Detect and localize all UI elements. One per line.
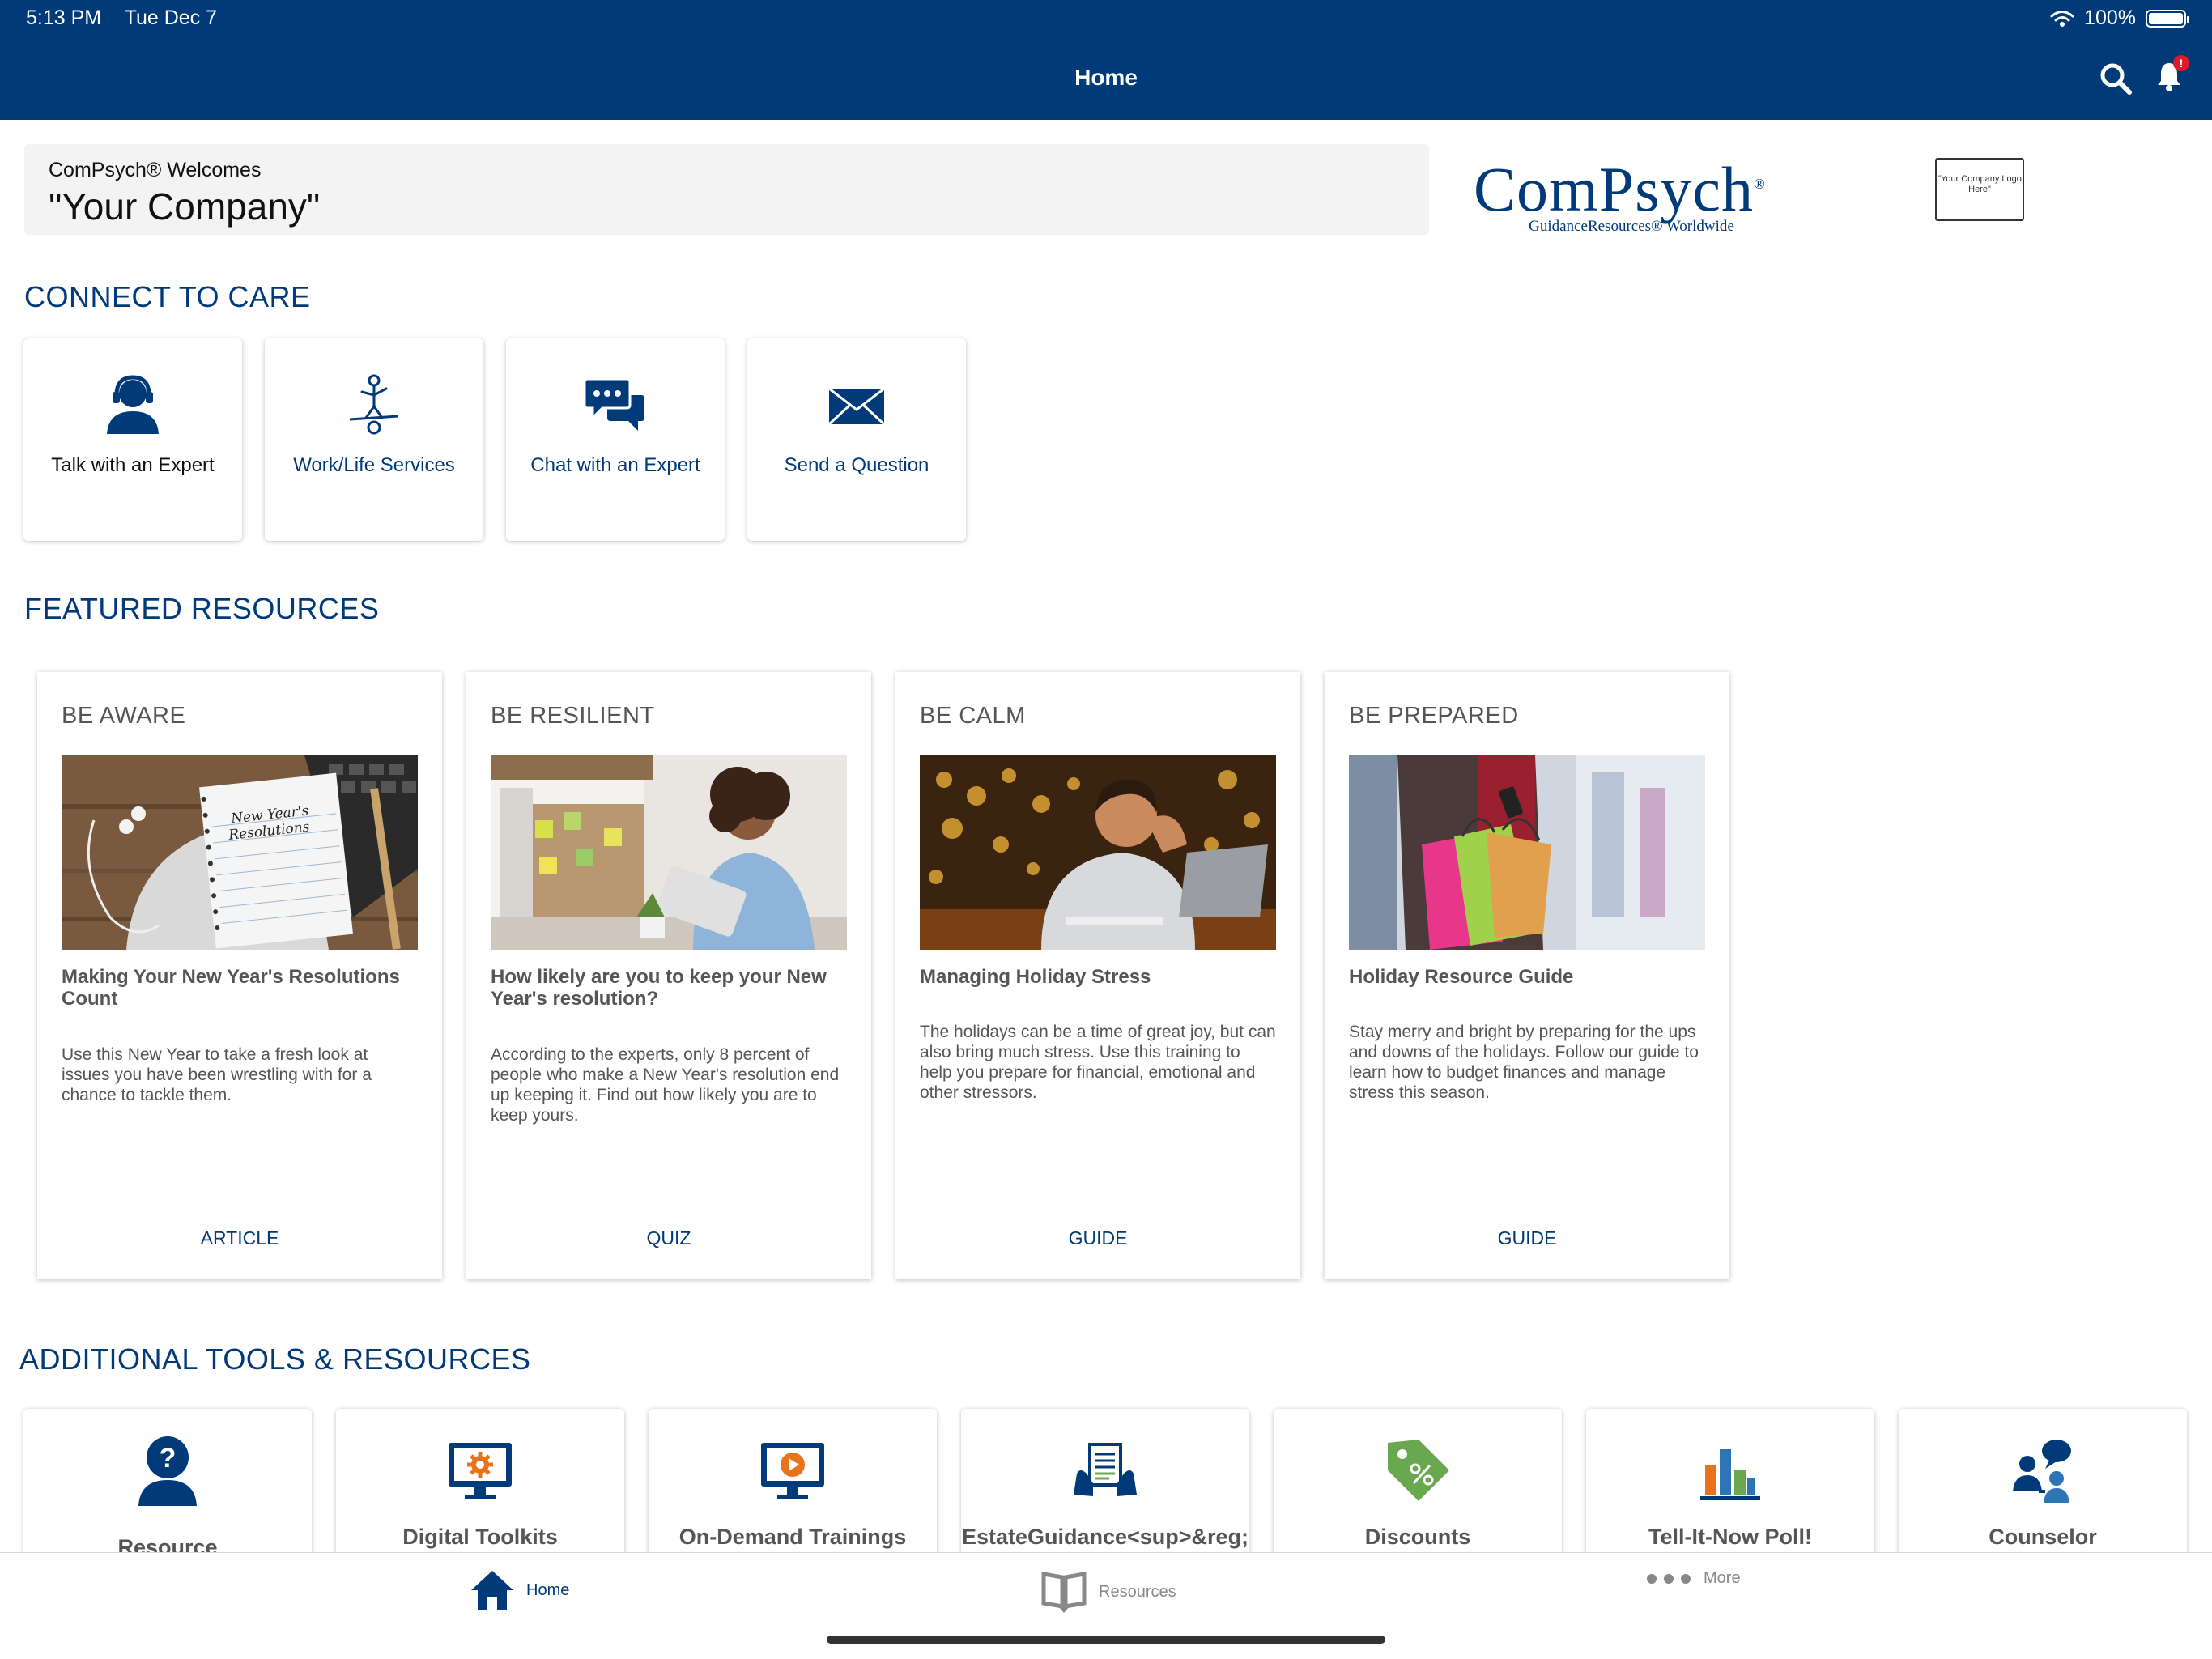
featured-card-be-resilient[interactable]: BE RESILIENT How likely are you to keep … bbox=[466, 672, 871, 1279]
price-tag-icon bbox=[1388, 1440, 1449, 1501]
card-type-link[interactable]: GUIDE bbox=[1325, 1227, 1729, 1249]
tab-more[interactable]: More bbox=[1645, 1569, 1741, 1588]
card-title: How likely are you to keep your New Year… bbox=[491, 966, 827, 1010]
nav-actions: ! bbox=[2099, 55, 2189, 96]
status-time: 5:13 PM bbox=[26, 6, 102, 29]
care-label: Chat with an Expert bbox=[530, 454, 700, 476]
company-name: "Your Company" bbox=[49, 185, 321, 228]
more-dots-icon bbox=[1647, 1573, 1691, 1584]
client-logo-placeholder: "Your Company Logo Here" bbox=[1935, 158, 2024, 221]
additional-tools-heading: ADDITIONAL TOOLS & RESOURCES bbox=[19, 1342, 531, 1376]
battery-percent: 100% bbox=[2084, 6, 2136, 29]
headset-person-icon bbox=[107, 375, 159, 434]
featured-card-be-calm[interactable]: BE CALM Managing Holiday Stress The holi… bbox=[895, 672, 1300, 1279]
document-hands-icon bbox=[1074, 1443, 1137, 1496]
question-person-icon: ? bbox=[138, 1436, 197, 1506]
battery-icon bbox=[2146, 9, 2189, 28]
balance-figure-icon bbox=[349, 374, 399, 435]
woman-reading-tablet-image bbox=[491, 755, 847, 950]
chat-with-expert-card[interactable]: Chat with an Expert bbox=[506, 338, 725, 541]
work-life-services-card[interactable]: Work/Life Services bbox=[265, 338, 483, 541]
logo-registered-mark: ® bbox=[1754, 176, 1766, 192]
tab-home-label: Home bbox=[526, 1580, 570, 1599]
care-label: Talk with an Expert bbox=[51, 454, 215, 476]
featured-card-be-aware[interactable]: BE AWARE New Year's Resolutions Making Y… bbox=[37, 672, 442, 1279]
tool-label: Tell-It-Now Poll! bbox=[1648, 1525, 1812, 1549]
care-label: Send a Question bbox=[784, 454, 929, 476]
card-description: Use this New Year to take a fresh look a… bbox=[62, 1045, 372, 1104]
card-description: According to the experts, only 8 percent… bbox=[491, 1045, 840, 1125]
card-description: The holidays can be a time of great joy,… bbox=[920, 1023, 1276, 1102]
counselor-people-icon bbox=[2013, 1440, 2071, 1503]
chat-bubbles-icon bbox=[583, 377, 644, 431]
tool-label: Discounts bbox=[1364, 1525, 1471, 1549]
tool-label: On-Demand Trainings bbox=[678, 1525, 907, 1549]
featured-resources-heading: FEATURED RESOURCES bbox=[24, 592, 380, 625]
connect-to-care-heading: CONNECT TO CARE bbox=[24, 280, 311, 313]
logo-wordmark: ComPsych bbox=[1474, 154, 1755, 224]
tab-more-label: More bbox=[1704, 1569, 1741, 1587]
card-category: BE CALM bbox=[920, 703, 1026, 729]
tab-resources[interactable]: Resources bbox=[1040, 1569, 1176, 1614]
card-category: BE AWARE bbox=[62, 703, 186, 729]
envelope-icon bbox=[827, 387, 886, 426]
send-question-card[interactable]: Send a Question bbox=[747, 338, 966, 541]
tool-label: Counselor bbox=[1989, 1525, 2097, 1549]
card-title: Holiday Resource Guide bbox=[1349, 966, 1574, 988]
monitor-play-icon bbox=[761, 1443, 824, 1499]
card-type-link[interactable]: GUIDE bbox=[895, 1227, 1300, 1249]
home-indicator[interactable] bbox=[827, 1636, 1385, 1644]
svg-text:?: ? bbox=[160, 1443, 177, 1474]
card-category: BE PREPARED bbox=[1349, 703, 1519, 729]
logo-subtitle: GuidanceResources® Worldwide bbox=[1529, 218, 1734, 235]
card-description: Stay merry and bright by preparing for t… bbox=[1349, 1023, 1699, 1102]
notifications-button[interactable]: ! bbox=[2155, 55, 2189, 96]
notification-badge: ! bbox=[2173, 55, 2189, 71]
top-navigation-bar: 5:13 PM Tue Dec 7 100% Home ! bbox=[0, 0, 2212, 120]
card-type-link[interactable]: ARTICLE bbox=[37, 1227, 442, 1249]
status-date: Tue Dec 7 bbox=[124, 6, 218, 29]
welcome-text: ComPsych® Welcomes bbox=[49, 159, 262, 181]
card-type-link[interactable]: QUIZ bbox=[466, 1227, 871, 1249]
bar-chart-icon bbox=[1700, 1449, 1760, 1500]
status-bar-right: 100% bbox=[2050, 6, 2189, 30]
welcome-banner: ComPsych® Welcomes "Your Company" bbox=[24, 144, 1429, 235]
wifi-icon bbox=[2050, 10, 2074, 27]
tool-label: EstateGuidance<sup>&reg; bbox=[961, 1525, 1249, 1549]
tool-label: Digital Toolkits bbox=[402, 1525, 558, 1549]
stressed-man-laptop-image bbox=[920, 755, 1276, 950]
card-category: BE RESILIENT bbox=[491, 703, 655, 729]
book-icon bbox=[1041, 1572, 1087, 1613]
home-icon bbox=[471, 1571, 513, 1610]
page-title: Home bbox=[1074, 65, 1138, 90]
monitor-gear-icon bbox=[449, 1443, 512, 1499]
care-label: Work/Life Services bbox=[293, 454, 455, 476]
search-icon[interactable] bbox=[2099, 62, 2133, 96]
card-title: Making Your New Year's Resolutions Count bbox=[62, 966, 400, 1010]
featured-card-be-prepared[interactable]: BE PREPARED Holiday Resource Guide Stay … bbox=[1325, 672, 1729, 1279]
resolutions-notebook-image: New Year's Resolutions bbox=[62, 755, 418, 950]
status-bar-left: 5:13 PM Tue Dec 7 bbox=[26, 6, 235, 30]
holiday-shopping-bags-image bbox=[1349, 755, 1705, 950]
tab-home[interactable]: Home bbox=[470, 1569, 569, 1611]
tab-resources-label: Resources bbox=[1099, 1582, 1176, 1601]
talk-with-expert-card[interactable]: Talk with an Expert bbox=[23, 338, 242, 541]
card-title: Managing Holiday Stress bbox=[920, 966, 1151, 988]
compsych-logo: ComPsych® GuidanceResources® Worldwide bbox=[1474, 152, 1773, 236]
